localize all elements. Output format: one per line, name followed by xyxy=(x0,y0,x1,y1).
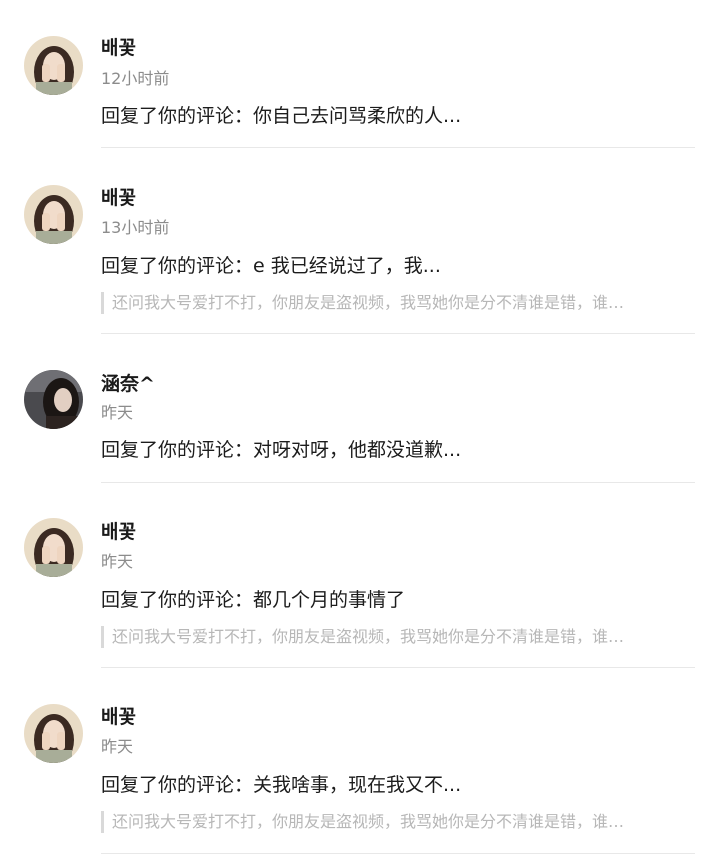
divider xyxy=(101,853,695,854)
notification-item[interactable]: 배꽃 昨天 回复了你的评论：关我啥事，现在我又不... 还问我大号爱打不打，你朋… xyxy=(0,0,719,858)
reply-body: 关我啥事，现在我又不... xyxy=(253,774,462,796)
reply-text[interactable]: 回复了你的评论：关我啥事，现在我又不... xyxy=(101,772,461,798)
reply-prefix: 回复了你的评论： xyxy=(101,774,254,796)
avatar-image xyxy=(24,704,83,763)
reply-notification-list: 배꽃 12小时前 回复了你的评论：你自己去问骂柔欣的人... 배꽃 13小时前 … xyxy=(0,0,719,860)
timestamp: 昨天 xyxy=(101,737,134,756)
avatar[interactable] xyxy=(24,704,83,763)
user-name[interactable]: 배꽃 xyxy=(101,705,136,729)
quoted-comment[interactable]: 还问我大号爱打不打，你朋友是盗视频，我骂她你是分不清谁是错，谁… xyxy=(101,811,695,833)
